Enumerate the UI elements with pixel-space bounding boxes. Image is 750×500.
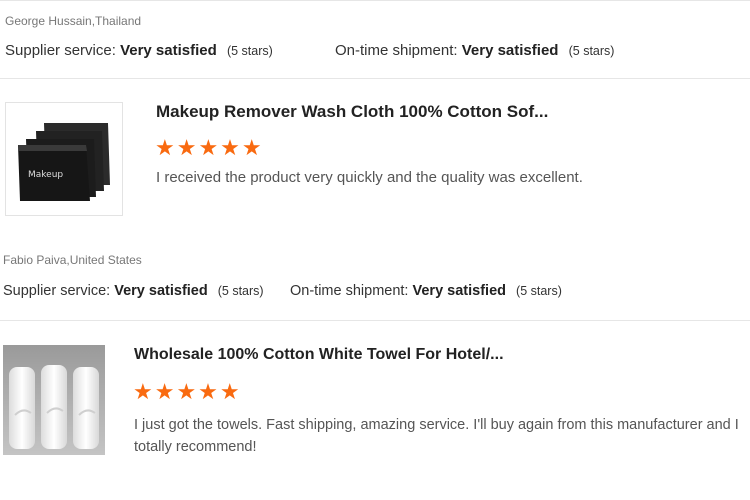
- top-divider: [0, 0, 750, 1]
- product-title-link[interactable]: Makeup Remover Wash Cloth 100% Cotton So…: [156, 102, 548, 122]
- star-rating: ★★★★★: [133, 379, 242, 404]
- product-thumbnail[interactable]: [3, 345, 105, 455]
- supplier-service-rating: Supplier service: Very satisfied (5 star…: [3, 283, 264, 299]
- supplier-service-value: Very satisfied: [114, 283, 208, 299]
- star-rating: ★★★★★: [155, 135, 264, 160]
- product-title-link[interactable]: Wholesale 100% Cotton White Towel For Ho…: [134, 346, 504, 364]
- shipment-rating: On-time shipment: Very satisfied (5 star…: [335, 42, 614, 59]
- reviewer-name: George Hussain,Thailand: [5, 14, 142, 28]
- shipment-rating: On-time shipment: Very satisfied (5 star…: [290, 283, 562, 299]
- shipment-count: (5 stars): [568, 44, 615, 58]
- shipment-label: On-time shipment:: [290, 283, 409, 299]
- shipment-value: Very satisfied: [461, 42, 559, 59]
- shipment-value: Very satisfied: [412, 283, 507, 299]
- supplier-service-count: (5 stars): [217, 284, 264, 298]
- supplier-service-count: (5 stars): [226, 44, 273, 58]
- supplier-service-rating: Supplier service: Very satisfied (5 star…: [5, 42, 273, 59]
- makeup-image-text: Makeup: [28, 170, 63, 180]
- supplier-service-label: Supplier service:: [3, 283, 111, 299]
- black-towels-image: Makeup: [6, 103, 122, 215]
- supplier-service-value: Very satisfied: [120, 42, 217, 59]
- supplier-service-label: Supplier service:: [5, 42, 116, 59]
- review-divider: [0, 320, 750, 321]
- review-text: I just got the towels. Fast shipping, am…: [134, 417, 739, 455]
- white-towels-image: [3, 345, 105, 455]
- shipment-count: (5 stars): [516, 284, 562, 298]
- reviewer-name: Fabio Paiva,United States: [3, 253, 142, 267]
- shipment-label: On-time shipment:: [335, 42, 458, 59]
- review-divider: [0, 78, 750, 79]
- review-text: I received the product very quickly and …: [156, 169, 583, 186]
- product-thumbnail[interactable]: Makeup: [5, 102, 123, 216]
